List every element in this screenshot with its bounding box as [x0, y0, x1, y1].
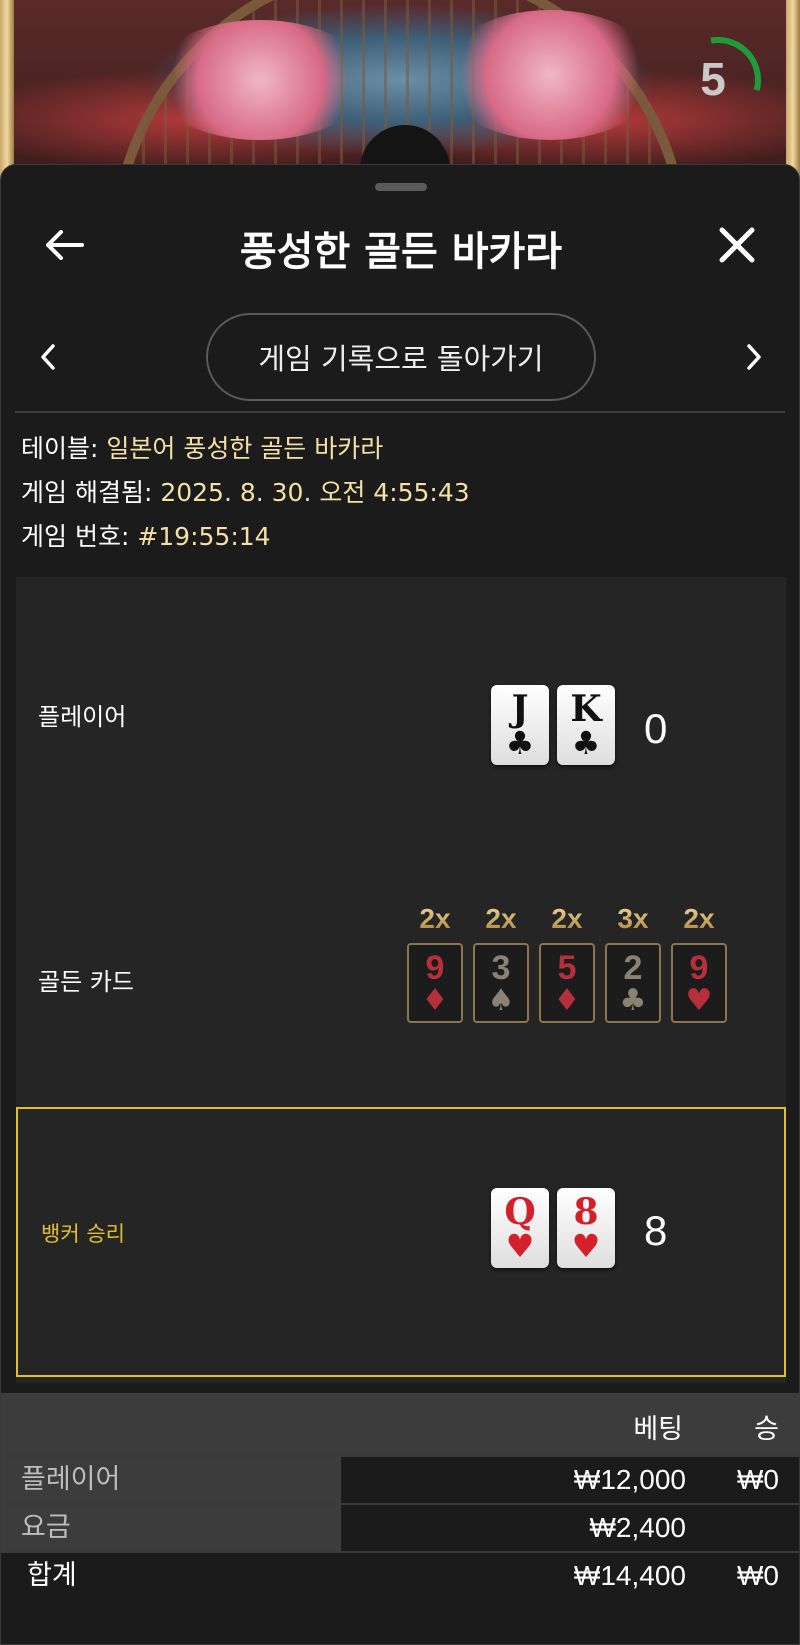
- drag-handle[interactable]: [375, 183, 427, 191]
- game-number: #19:55:14: [137, 522, 271, 551]
- total-bet-amount: ₩14,400: [573, 1560, 686, 1591]
- banker-card-1: Q ♥: [491, 1188, 549, 1268]
- history-navigation: 게임 기록으로 돌아가기: [1, 310, 800, 410]
- golden-multiplier: 3x: [605, 903, 661, 935]
- banker-score: 8: [644, 1207, 668, 1254]
- panel-header: 풍성한 골든 바카라: [1, 205, 800, 285]
- bets-table: 베팅 승 플레이어 ₩12,000 ₩0 요금 ₩2,400 합계 ₩14,40…: [1, 1393, 800, 1645]
- player-card-2: K ♣: [557, 685, 615, 765]
- next-round-button[interactable]: [729, 332, 779, 382]
- column-win: 승: [754, 1414, 779, 1445]
- diamond-icon: ♦: [421, 983, 449, 1018]
- bet-amount: ₩2,400: [589, 1512, 687, 1543]
- heart-icon: ♥: [505, 1227, 535, 1265]
- banker-winner-highlight: [16, 1107, 786, 1377]
- game-number-info: 게임 번호: #19:55:14: [21, 522, 271, 551]
- player-card-1: J ♣: [491, 685, 549, 765]
- total-label: 합계: [27, 1560, 77, 1591]
- resolved-time: 2025. 8. 30. 오전 4:55:43: [160, 478, 470, 507]
- blossom-decor: [150, 20, 370, 140]
- round-results: 플레이어 J ♣ K ♣ 0 골든 카드 2x 9 ♦ 2x 3 ♠ 2x 5 …: [16, 577, 786, 1383]
- close-icon: [719, 227, 755, 263]
- bet-type-label: 플레이어: [1, 1457, 341, 1503]
- back-to-history-button[interactable]: 게임 기록으로 돌아가기: [206, 313, 596, 401]
- game-info: 테이블: 일본어 풍성한 골든 바카라 게임 해결됨: 2025. 8. 30.…: [21, 427, 470, 559]
- golden-card-1: 9 ♦: [407, 943, 463, 1023]
- golden-card-5: 9 ♥: [671, 943, 727, 1023]
- golden-card-2: 3 ♠: [473, 943, 529, 1023]
- bet-amount: ₩12,000: [573, 1464, 686, 1495]
- club-icon: ♣: [505, 724, 535, 762]
- banker-win-label: 뱅커 승리: [41, 1222, 125, 1246]
- golden-multiplier: 2x: [539, 903, 595, 935]
- bet-type-label: 요금: [1, 1505, 341, 1551]
- table-row: 요금 ₩2,400: [1, 1503, 800, 1551]
- spade-icon: ♠: [487, 983, 515, 1018]
- heart-icon: ♥: [685, 983, 713, 1018]
- golden-card-3: 5 ♦: [539, 943, 595, 1023]
- bets-table-header: 베팅 승: [1, 1393, 800, 1455]
- total-row: 합계 ₩14,400 ₩0: [1, 1551, 800, 1599]
- page-title: 풍성한 골든 바카라: [239, 229, 563, 275]
- banker-card-2: 8 ♥: [557, 1188, 615, 1268]
- game-history-panel: 풍성한 골든 바카라 게임 기록으로 돌아가기 테이블: 일본어 풍성한 골든 …: [0, 164, 800, 1645]
- golden-multiplier: 2x: [407, 903, 463, 935]
- chevron-left-icon: [41, 344, 55, 370]
- table-row: 플레이어 ₩12,000 ₩0: [1, 1455, 800, 1503]
- total-win-amount: ₩0: [737, 1560, 779, 1591]
- golden-multiplier: 2x: [473, 903, 529, 935]
- club-icon: ♣: [619, 983, 647, 1018]
- golden-card-4: 2 ♣: [605, 943, 661, 1023]
- heart-icon: ♥: [571, 1227, 601, 1265]
- divider: [15, 411, 785, 413]
- player-score: 0: [644, 705, 668, 752]
- golden-cards-label: 골든 카드: [38, 968, 134, 996]
- player-label: 플레이어: [38, 703, 127, 731]
- diamond-icon: ♦: [553, 983, 581, 1018]
- countdown-number: 5: [700, 53, 726, 105]
- table-info: 테이블: 일본어 풍성한 골든 바카라: [21, 434, 384, 463]
- win-amount: ₩0: [737, 1464, 779, 1495]
- resolved-info: 게임 해결됨: 2025. 8. 30. 오전 4:55:43: [21, 478, 470, 507]
- table-name: 일본어 풍성한 골든 바카라: [106, 434, 384, 463]
- blossom-decor: [440, 10, 660, 140]
- close-button[interactable]: [707, 215, 767, 275]
- previous-round-button[interactable]: [23, 332, 73, 382]
- golden-multiplier: 2x: [671, 903, 727, 935]
- column-bet: 베팅: [633, 1414, 683, 1445]
- club-icon: ♣: [571, 724, 601, 762]
- chevron-right-icon: [747, 344, 761, 370]
